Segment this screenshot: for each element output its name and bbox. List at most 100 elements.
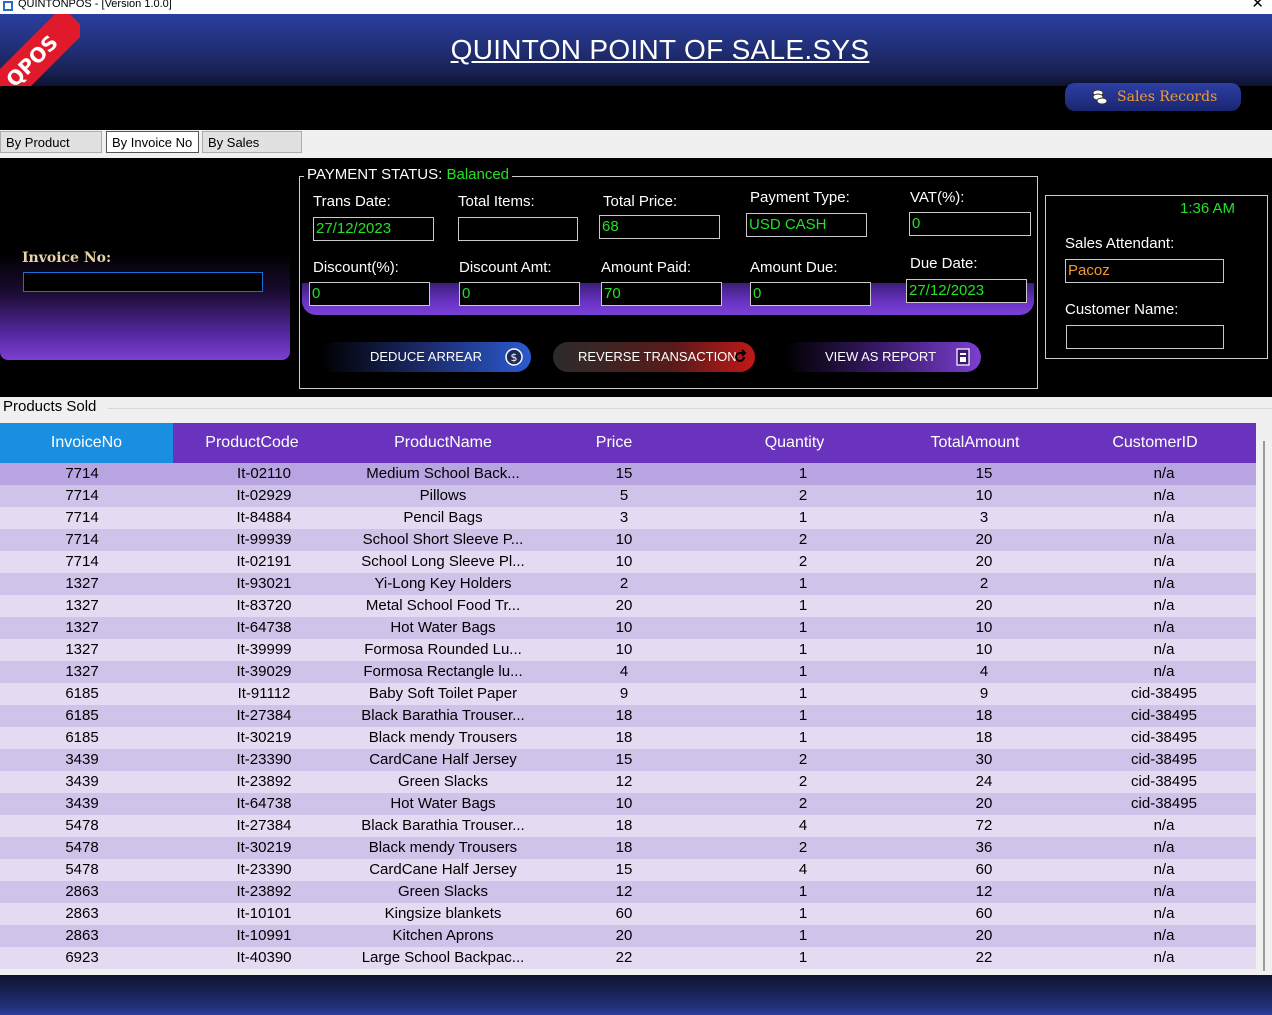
scrollbar-thumb[interactable] [1263, 441, 1265, 971]
table-row[interactable]: 7714 It-02191 School Long Sleeve Pl... 10 2 2… [0, 551, 1256, 573]
table-row[interactable]: 1327 It-93021 Yi-Long Key Holders 2 1 2 n/a [0, 573, 1256, 595]
app-header: QUINTON POINT OF SALE.SYS [0, 14, 1272, 86]
tab-by-invoice-no[interactable]: By Invoice No [106, 131, 199, 153]
table-row[interactable]: 3439 It-23390 CardCane Half Jersey 15 2 30 cid… [0, 749, 1256, 771]
cell-customerid: n/a [1153, 553, 1175, 570]
discount-pct-field[interactable]: 0 [309, 282, 430, 306]
due-date-field[interactable]: 27/12/2023 [906, 279, 1027, 303]
cell-totalamount: 72 [975, 817, 993, 834]
due-date-label: Due Date: [910, 255, 978, 272]
cell-quantity: 1 [798, 905, 808, 922]
col-header-quantity[interactable]: Quantity [673, 423, 916, 463]
payment-type-field[interactable]: USD CASH [746, 213, 867, 237]
table-row[interactable]: 7714 It-02929 Pillows 5 2 10 n/a [0, 485, 1256, 507]
table-row[interactable]: 2863 It-10101 Kingsize blankets 60 1 60 n/a [0, 903, 1256, 925]
table-row[interactable]: 1327 It-39999 Formosa Rounded Lu... 10 1 10 n/… [0, 639, 1256, 661]
reverse-transaction-button[interactable]: REVERSE TRANSACTION [553, 342, 755, 372]
table-row[interactable]: 6923 It-40390 Large School Backpac... 22 1 22… [0, 947, 1256, 969]
amount-due-field[interactable]: 0 [750, 282, 871, 306]
cell-invoiceno: 1327 [65, 641, 99, 658]
table-row[interactable]: 5478 It-23390 CardCane Half Jersey 15 4 60 n/a [0, 859, 1256, 881]
payment-status: PAYMENT STATUS: Balanced [304, 166, 513, 183]
cell-totalamount: 20 [975, 795, 993, 812]
col-header-totalamount[interactable]: TotalAmount [916, 423, 1034, 463]
table-row[interactable]: 6185 It-91112 Baby Soft Toilet Paper 9 1 9 cid… [0, 683, 1256, 705]
col-header-invoiceno[interactable]: InvoiceNo [0, 423, 173, 463]
tab-by-product-code[interactable]: By Product Code [0, 131, 102, 172]
cell-productname: Green Slacks [397, 883, 489, 900]
trans-date-field[interactable]: 27/12/2023 [313, 217, 434, 241]
table-row[interactable]: 1327 It-39029 Formosa Rectangle lu... 4 1 4 n/… [0, 661, 1256, 683]
products-grid[interactable]: InvoiceNo ProductCode ProductName Price … [0, 423, 1272, 975]
total-items-label: Total Items: [458, 193, 535, 210]
cell-invoiceno: 6923 [65, 949, 99, 966]
col-header-productcode[interactable]: ProductCode [173, 423, 331, 463]
table-row[interactable]: 6185 It-30219 Black mendy Trousers 18 1 18 cid… [0, 727, 1256, 749]
cell-productname: Black mendy Trousers [368, 839, 518, 856]
logo-text: QPOS [0, 14, 80, 86]
close-icon[interactable]: ✕ [1251, 0, 1264, 11]
cell-totalamount: 9 [979, 685, 989, 702]
window-titlebar: QUINTONPOS - [Version 1.0.0] ✕ [0, 0, 1272, 14]
cell-quantity: 1 [798, 707, 808, 724]
table-row[interactable]: 7714 It-99939 School Short Sleeve P... 10 2 2… [0, 529, 1256, 551]
table-row[interactable]: 1327 It-83720 Metal School Food Tr... 20 1 20… [0, 595, 1256, 617]
table-row[interactable]: 5478 It-27384 Black Barathia Trouser... 18 4… [0, 815, 1256, 837]
coins-icon [1092, 89, 1108, 105]
cell-customerid: cid-38495 [1131, 729, 1197, 746]
cell-invoiceno: 1327 [65, 575, 99, 592]
table-row[interactable]: 7714 It-02110 Medium School Back... 15 1 15 n/… [0, 463, 1256, 485]
cell-productname: Pencil Bags [403, 509, 483, 526]
attendant-label: Sales Attendant: [1065, 235, 1175, 252]
cell-invoiceno: 7714 [65, 553, 99, 570]
deduce-arrear-label: DEDUCE ARREAR [370, 349, 482, 364]
cell-productname: Kingsize blankets [384, 905, 502, 922]
cell-invoiceno: 1327 [65, 597, 99, 614]
cell-quantity: 2 [798, 751, 808, 768]
customer-name-field[interactable] [1066, 325, 1224, 349]
cell-customerid: n/a [1153, 597, 1175, 614]
cell-quantity: 1 [798, 641, 808, 658]
invoice-input[interactable] [23, 272, 263, 292]
cell-productname: Hot Water Bags [390, 619, 496, 636]
cell-quantity: 1 [798, 509, 808, 526]
view-as-report-button[interactable]: VIEW AS REPORT [784, 342, 981, 372]
clock-time: 1:36 AM [1180, 200, 1236, 217]
attendant-field[interactable]: Pacoz [1065, 259, 1224, 283]
table-row[interactable]: 7714 It-84884 Pencil Bags 3 1 3 n/a [0, 507, 1256, 529]
vat-field[interactable]: 0 [909, 212, 1031, 236]
discount-amt-field[interactable]: 0 [459, 282, 580, 306]
cell-totalamount: 4 [979, 663, 989, 680]
table-row[interactable]: 2863 It-23892 Green Slacks 12 1 12 n/a [0, 881, 1256, 903]
cell-invoiceno: 7714 [65, 465, 99, 482]
sales-records-button[interactable]: Sales Records [1065, 83, 1241, 111]
products-sold-group: Products Sold [0, 397, 1272, 423]
deduce-arrear-button[interactable]: DEDUCE ARREAR $ [320, 342, 531, 372]
cell-productname: Kitchen Aprons [392, 927, 494, 944]
total-price-field[interactable]: 68 [599, 215, 720, 239]
cell-customerid: n/a [1153, 839, 1175, 856]
vertical-scrollbar[interactable] [1256, 423, 1272, 975]
table-row[interactable]: 3439 It-64738 Hot Water Bags 10 2 20 cid-38495 [0, 793, 1256, 815]
cell-productname: School Short Sleeve P... [362, 531, 524, 548]
amount-paid-field[interactable]: 70 [601, 282, 722, 306]
cell-quantity: 1 [798, 597, 808, 614]
reverse-transaction-label: REVERSE TRANSACTION [578, 349, 737, 364]
table-row[interactable]: 5478 It-30219 Black mendy Trousers 18 2 36 n/a [0, 837, 1256, 859]
table-row[interactable]: 1327 It-64738 Hot Water Bags 10 1 10 n/a [0, 617, 1256, 639]
cell-quantity: 2 [798, 795, 808, 812]
payment-type-label: Payment Type: [750, 189, 850, 206]
cell-customerid: cid-38495 [1131, 707, 1197, 724]
window-title: QUINTONPOS - [Version 1.0.0] [18, 0, 172, 10]
cell-quantity: 2 [798, 553, 808, 570]
cell-quantity: 1 [798, 729, 808, 746]
col-header-price[interactable]: Price [555, 423, 673, 463]
col-header-customerid[interactable]: CustomerID [1034, 423, 1272, 463]
tab-by-sales-period[interactable]: By Sales Period [202, 131, 302, 172]
cell-customerid: cid-38495 [1131, 773, 1197, 790]
col-header-productname[interactable]: ProductName [331, 423, 555, 463]
table-row[interactable]: 3439 It-23892 Green Slacks 12 2 24 cid-38495 [0, 771, 1256, 793]
table-row[interactable]: 2863 It-10991 Kitchen Aprons 20 1 20 n/a [0, 925, 1256, 947]
total-items-field[interactable] [458, 217, 578, 241]
table-row[interactable]: 6185 It-27384 Black Barathia Trouser... 18 1… [0, 705, 1256, 727]
